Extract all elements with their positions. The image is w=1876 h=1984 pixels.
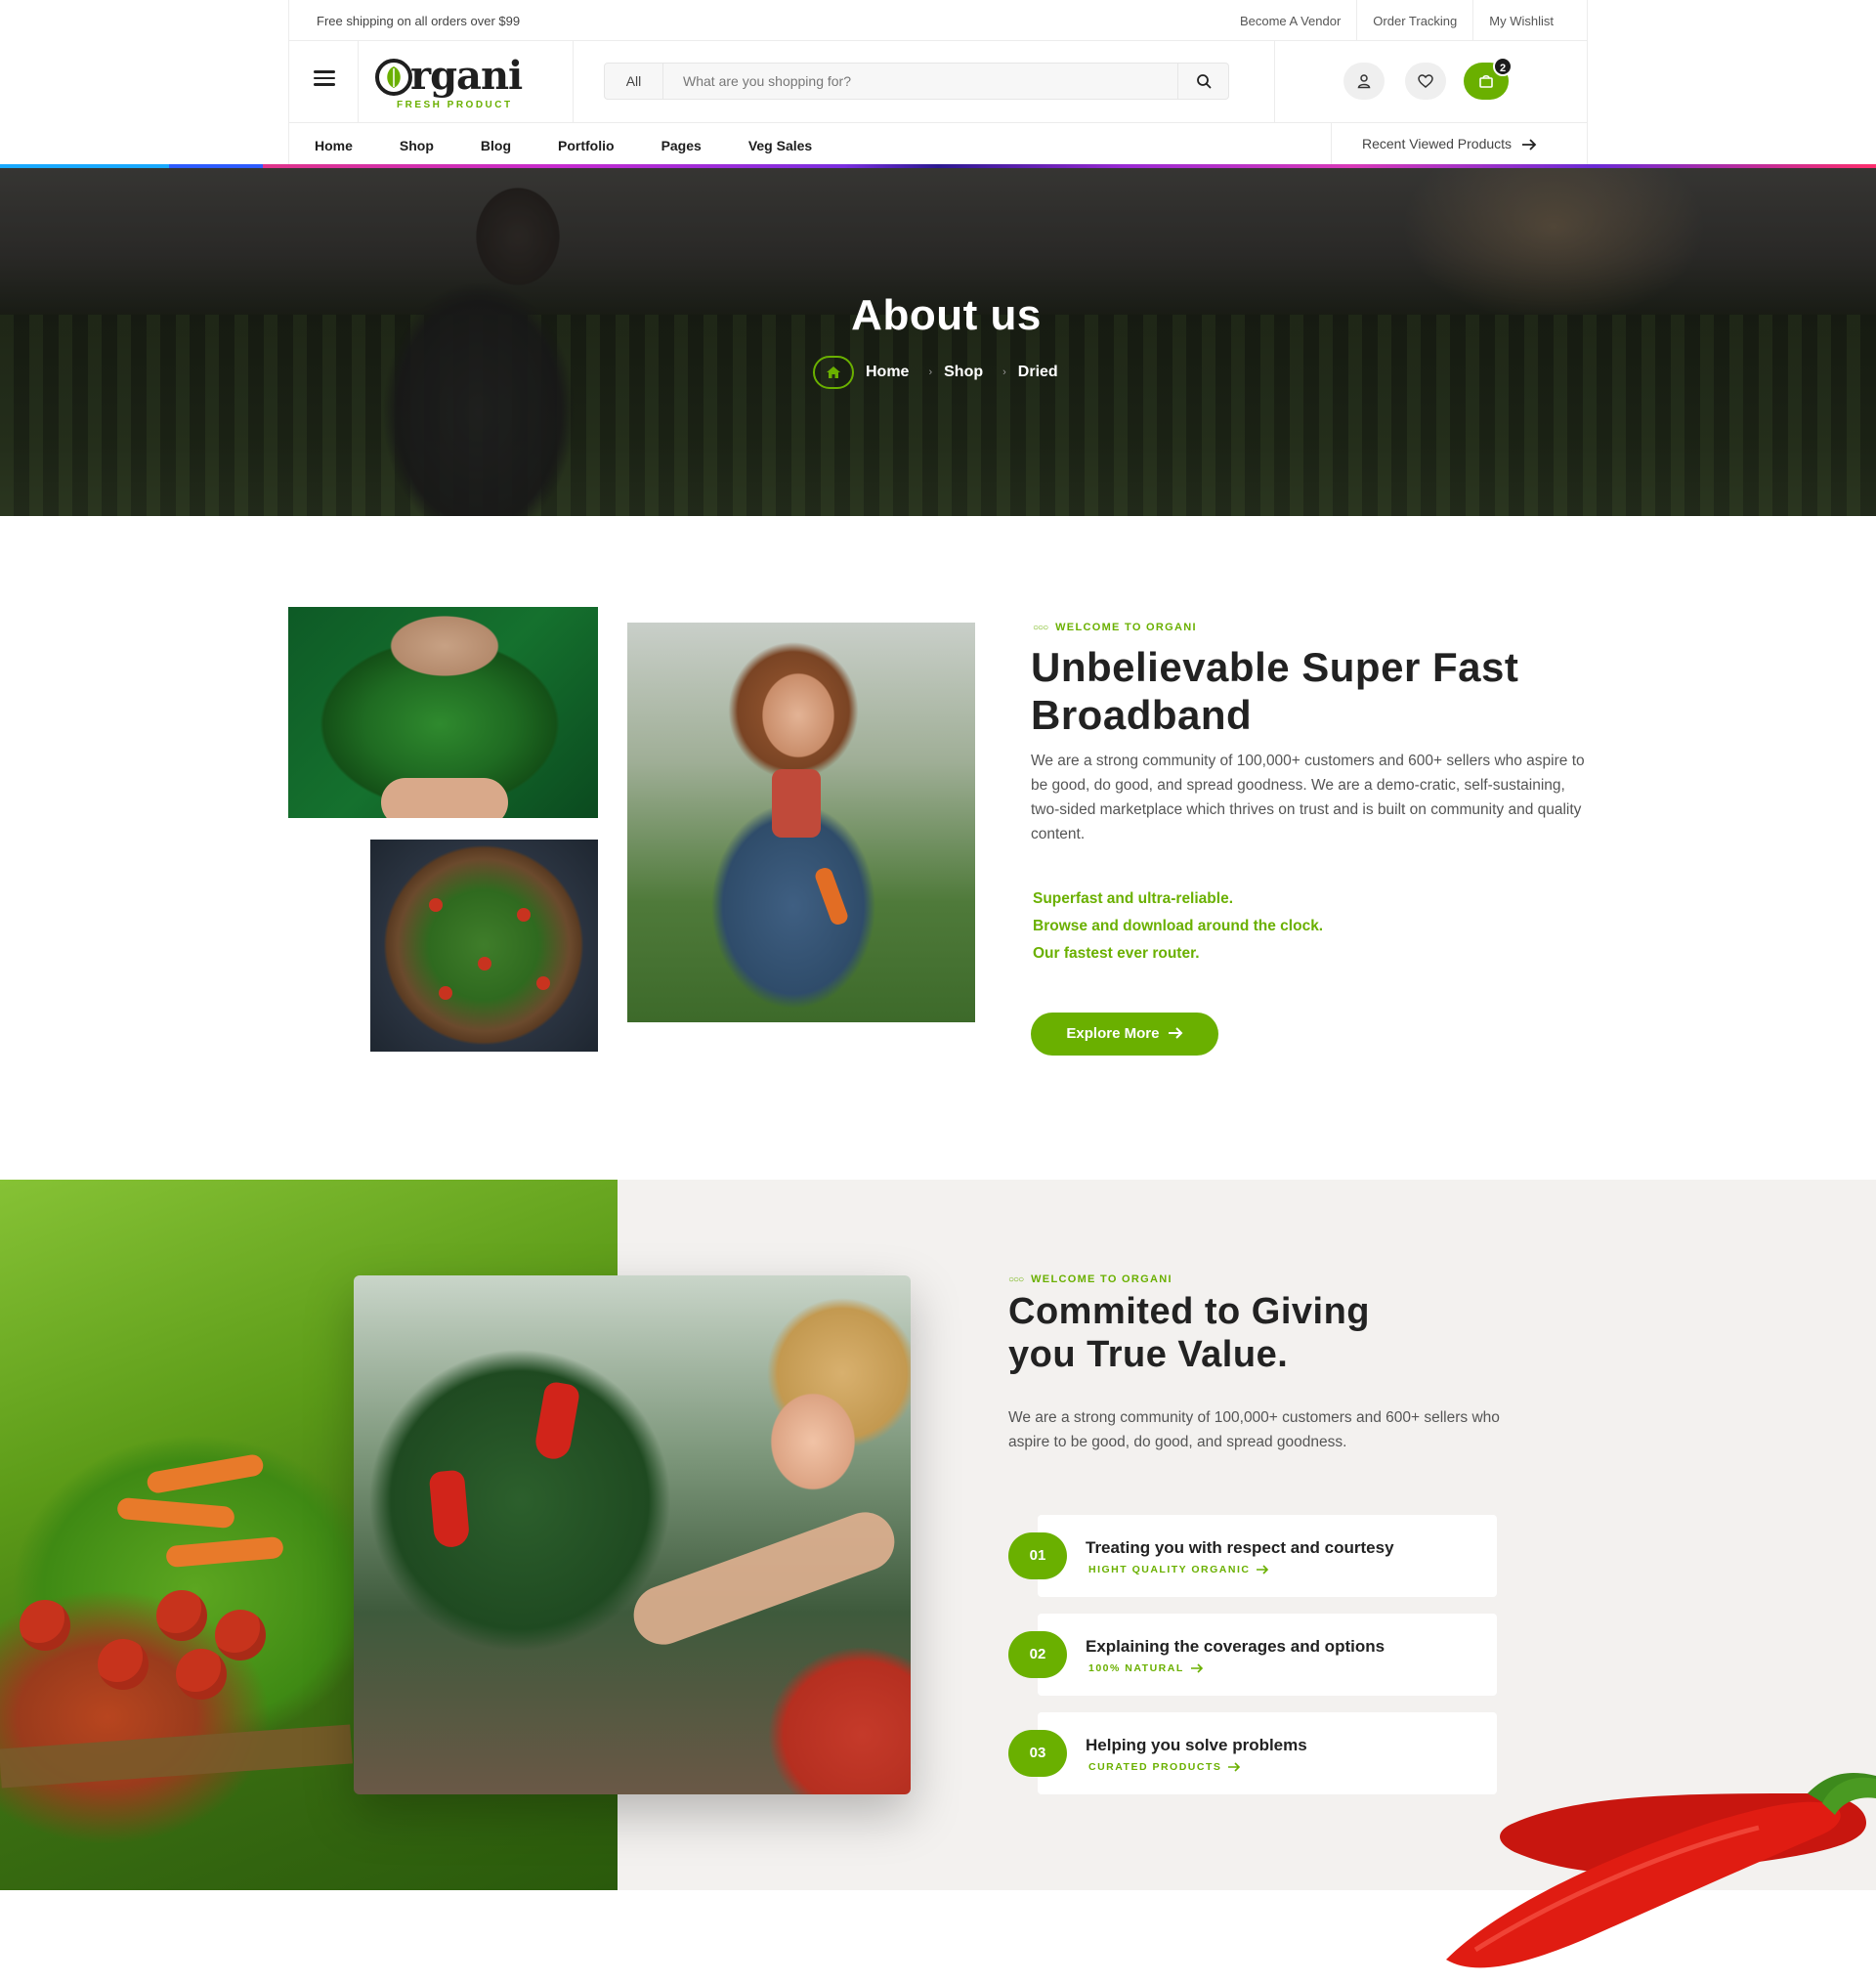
step-number-badge: 02 [1008, 1631, 1067, 1678]
leaf-logo-icon [375, 59, 412, 96]
search-button[interactable] [1177, 64, 1228, 99]
feature-item: Our fastest ever router. [1033, 945, 1200, 962]
about-heading: Unbelievable Super Fast Broadband [1031, 644, 1519, 738]
search-input[interactable] [663, 64, 1177, 99]
values-heading: Commited to Giving you True Value. [1008, 1291, 1370, 1375]
site-header: rgani FRESH PRODUCT All 2 [288, 41, 1588, 123]
chevron-right-icon: › [928, 367, 933, 378]
logo[interactable]: rgani FRESH PRODUCT [375, 53, 532, 110]
feature-item: Superfast and ultra-reliable. [1033, 890, 1233, 907]
nav-item-pages[interactable]: Pages [661, 138, 702, 153]
value-card[interactable]: 01 Treating you with respect and courtes… [1008, 1515, 1497, 1597]
wishlist-button[interactable] [1405, 63, 1446, 100]
divider [1274, 41, 1275, 123]
arrow-right-icon [1257, 1565, 1269, 1574]
top-links: Become A Vendor Order Tracking My Wishli… [1224, 0, 1569, 41]
arrow-right-icon [1228, 1762, 1241, 1772]
value-card[interactable]: 02 Explaining the coverages and options … [1008, 1614, 1497, 1696]
nav-item-blog[interactable]: Blog [481, 138, 511, 153]
breadcrumb: Home › Shop › Dried [813, 356, 1058, 389]
value-card-link[interactable]: HIGHT QUALITY ORGANIC [1088, 1564, 1269, 1575]
red-chili-pepper-image [1446, 1773, 1876, 1968]
nav-item-home[interactable]: Home [315, 138, 353, 153]
value-card-title: Treating you with respect and courtesy [1086, 1538, 1394, 1557]
divider [573, 41, 574, 123]
salad-bowl-image [370, 840, 598, 1052]
page-title: About us [851, 291, 1042, 339]
nav-item-portfolio[interactable]: Portfolio [558, 138, 615, 153]
home-icon[interactable] [813, 356, 854, 389]
arrow-right-icon [1168, 1027, 1183, 1039]
breadcrumb-current: Dried [1017, 364, 1058, 380]
user-icon [1357, 74, 1371, 89]
value-card[interactable]: 03 Helping you solve problems CURATED PR… [1008, 1712, 1497, 1794]
nav-item-veg-sales[interactable]: Veg Sales [748, 138, 812, 153]
chevron-right-icon: › [1002, 367, 1006, 378]
arrow-right-icon [1521, 139, 1537, 151]
cart-button[interactable]: 2 [1464, 57, 1513, 100]
search-category-select[interactable]: All [605, 64, 663, 99]
top-bar: Free shipping on all orders over $99 Bec… [288, 0, 1588, 41]
recent-viewed-link[interactable]: Recent Viewed Products [1331, 123, 1587, 166]
main-nav: Home Shop Blog Portfolio Pages Veg Sales… [288, 123, 1588, 166]
section-eyebrow: ○○○ WELCOME TO ORGANI [1008, 1273, 1172, 1285]
order-tracking-link[interactable]: Order Tracking [1356, 0, 1472, 41]
spinach-image [288, 607, 598, 818]
feature-item: Browse and download around the clock. [1033, 918, 1324, 934]
step-number-badge: 03 [1008, 1730, 1067, 1777]
page-hero: About us Home › Shop › Dried [0, 168, 1876, 516]
free-shipping-text: Free shipping on all orders over $99 [317, 14, 521, 28]
value-card-link[interactable]: CURATED PRODUCTS [1088, 1761, 1241, 1773]
section-eyebrow: ○○○ WELCOME TO ORGANI [1033, 622, 1197, 633]
woman-picking-peppers-image [354, 1275, 911, 1794]
woman-harvesting-image [627, 623, 975, 1022]
step-number-badge: 01 [1008, 1532, 1067, 1579]
heart-icon [1418, 74, 1433, 88]
logo-tagline: FRESH PRODUCT [397, 100, 513, 110]
explore-more-button[interactable]: Explore More [1031, 1013, 1218, 1056]
breadcrumb-shop[interactable]: Shop [944, 364, 983, 381]
breadcrumb-home[interactable]: Home [866, 364, 909, 381]
values-paragraph: We are a strong community of 100,000+ cu… [1008, 1409, 1500, 1450]
dots-icon: ○○○ [1008, 1274, 1024, 1285]
value-card-title: Explaining the coverages and options [1086, 1637, 1386, 1656]
value-card-title: Helping you solve problems [1086, 1736, 1307, 1754]
search-icon [1196, 74, 1211, 89]
divider [358, 41, 359, 123]
search-bar: All [604, 63, 1229, 100]
menu-icon[interactable] [314, 70, 335, 86]
value-card-link[interactable]: 100% NATURAL [1088, 1662, 1204, 1674]
account-button[interactable] [1343, 63, 1385, 100]
dots-icon: ○○○ [1033, 623, 1048, 633]
logo-word: rgani [410, 53, 523, 99]
cart-count-badge: 2 [1493, 57, 1513, 76]
recent-viewed-label: Recent Viewed Products [1362, 136, 1513, 151]
my-wishlist-link[interactable]: My Wishlist [1472, 0, 1569, 41]
shopping-bag-icon [1479, 74, 1493, 88]
arrow-right-icon [1190, 1663, 1203, 1673]
about-paragraph: We are a strong community of 100,000+ cu… [1031, 753, 1585, 842]
nav-item-shop[interactable]: Shop [400, 138, 434, 153]
become-vendor-link[interactable]: Become A Vendor [1224, 0, 1356, 41]
